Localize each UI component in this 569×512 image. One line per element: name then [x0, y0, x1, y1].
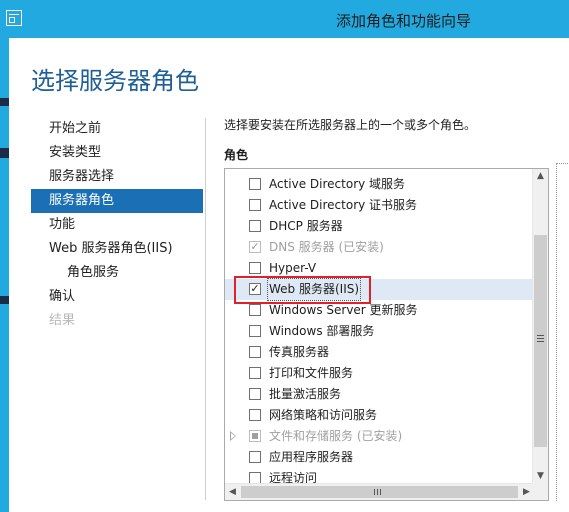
role-checkbox[interactable]	[249, 304, 261, 316]
role-checkbox[interactable]	[249, 178, 261, 190]
role-checkbox-partial	[249, 430, 261, 442]
roles-description: 选择要安装在所选服务器上的一个或多个角色。	[224, 118, 477, 132]
role-label: 打印和文件服务	[269, 366, 354, 380]
role-label: Active Directory 域服务	[269, 177, 406, 191]
role-label: DHCP 服务器	[269, 219, 343, 233]
role-item[interactable]: Windows 部署服务	[225, 321, 533, 342]
roles-heading: 角色	[224, 148, 249, 162]
role-label: 批量激活服务	[269, 387, 342, 401]
role-item[interactable]: 传真服务器	[225, 342, 533, 363]
role-checkbox-checked: ✓	[249, 240, 261, 253]
role-checkbox[interactable]	[249, 409, 261, 421]
nav-item-role-services[interactable]: 角色服务	[31, 261, 203, 285]
nav-item-web-server-role[interactable]: Web 服务器角色(IIS)	[31, 237, 203, 261]
wizard-nav: 开始之前 安装类型 服务器选择 服务器角色 功能 Web 服务器角色(IIS) …	[31, 117, 203, 333]
role-item[interactable]: Active Directory 域服务	[225, 174, 533, 195]
role-checkbox-checked[interactable]: ✓	[249, 283, 261, 295]
role-checkbox[interactable]	[249, 367, 261, 379]
role-label: Hyper-V	[269, 261, 317, 275]
role-checkbox[interactable]	[249, 325, 261, 337]
role-label: Windows 部署服务	[269, 324, 375, 338]
nav-item-before-you-begin[interactable]: 开始之前	[31, 117, 203, 141]
role-label: Web 服务器(IIS)	[266, 278, 362, 301]
expand-arrow-icon[interactable]	[230, 431, 236, 441]
scrollbar-corner	[532, 483, 548, 500]
role-label: 网络策略和访问服务	[269, 408, 378, 422]
role-item[interactable]: 应用程序服务器	[225, 447, 533, 468]
role-label: 应用程序服务器	[269, 450, 354, 464]
role-checkbox[interactable]	[249, 346, 261, 358]
scroll-left-icon[interactable]: ◀	[225, 484, 240, 500]
role-checkbox[interactable]	[249, 199, 261, 211]
role-item[interactable]: Hyper-V	[225, 258, 533, 279]
role-item: ✓ DNS 服务器 (已安装)	[225, 237, 533, 258]
background-strip	[0, 38, 9, 512]
nav-item-installation-type[interactable]: 安装类型	[31, 141, 203, 165]
scroll-thumb[interactable]	[534, 235, 547, 447]
role-checkbox[interactable]	[249, 451, 261, 463]
role-item[interactable]: Active Directory 证书服务	[225, 195, 533, 216]
role-checkbox[interactable]	[249, 220, 261, 232]
app-icon	[6, 10, 22, 26]
scroll-up-icon[interactable]: ▲	[533, 169, 548, 184]
nav-item-features[interactable]: 功能	[31, 213, 203, 237]
roles-list[interactable]: Active Directory 域服务 Active Directory 证书…	[224, 168, 549, 501]
scroll-thumb[interactable]	[241, 486, 518, 498]
role-label: 传真服务器	[269, 345, 330, 359]
role-item[interactable]: DHCP 服务器	[225, 216, 533, 237]
nav-divider	[205, 118, 206, 500]
title-bar[interactable]: 添加角色和功能向导	[0, 0, 569, 38]
nav-item-results: 结果	[49, 313, 76, 328]
role-item[interactable]: 文件和存储服务 (已安装)	[225, 426, 533, 447]
nav-item-server-roles[interactable]: 服务器角色	[31, 189, 203, 213]
role-item[interactable]: Windows Server 更新服务	[225, 300, 533, 321]
role-checkbox[interactable]	[249, 262, 261, 274]
role-item-selected[interactable]: ✓ Web 服务器(IIS)	[225, 278, 533, 301]
horizontal-scrollbar[interactable]: ◀ ▶	[225, 483, 534, 500]
nav-item-confirmation[interactable]: 确认	[31, 285, 203, 309]
window-title: 添加角色和功能向导	[336, 12, 472, 30]
scroll-down-icon[interactable]: ▼	[533, 469, 548, 484]
vertical-scrollbar[interactable]: ▲ ▼	[532, 169, 548, 484]
role-checkbox[interactable]	[249, 388, 261, 400]
role-item[interactable]: 批量激活服务	[225, 384, 533, 405]
role-label: 文件和存储服务 (已安装)	[269, 429, 403, 443]
role-item[interactable]: 打印和文件服务	[225, 363, 533, 384]
page-title: 选择服务器角色	[31, 67, 199, 95]
role-label: Active Directory 证书服务	[269, 198, 418, 212]
nav-item-server-selection[interactable]: 服务器选择	[31, 165, 203, 189]
role-item[interactable]: 网络策略和访问服务	[225, 405, 533, 426]
role-label: Windows Server 更新服务	[269, 303, 418, 317]
description-panel	[556, 163, 569, 501]
role-label: DNS 服务器 (已安装)	[269, 240, 384, 254]
